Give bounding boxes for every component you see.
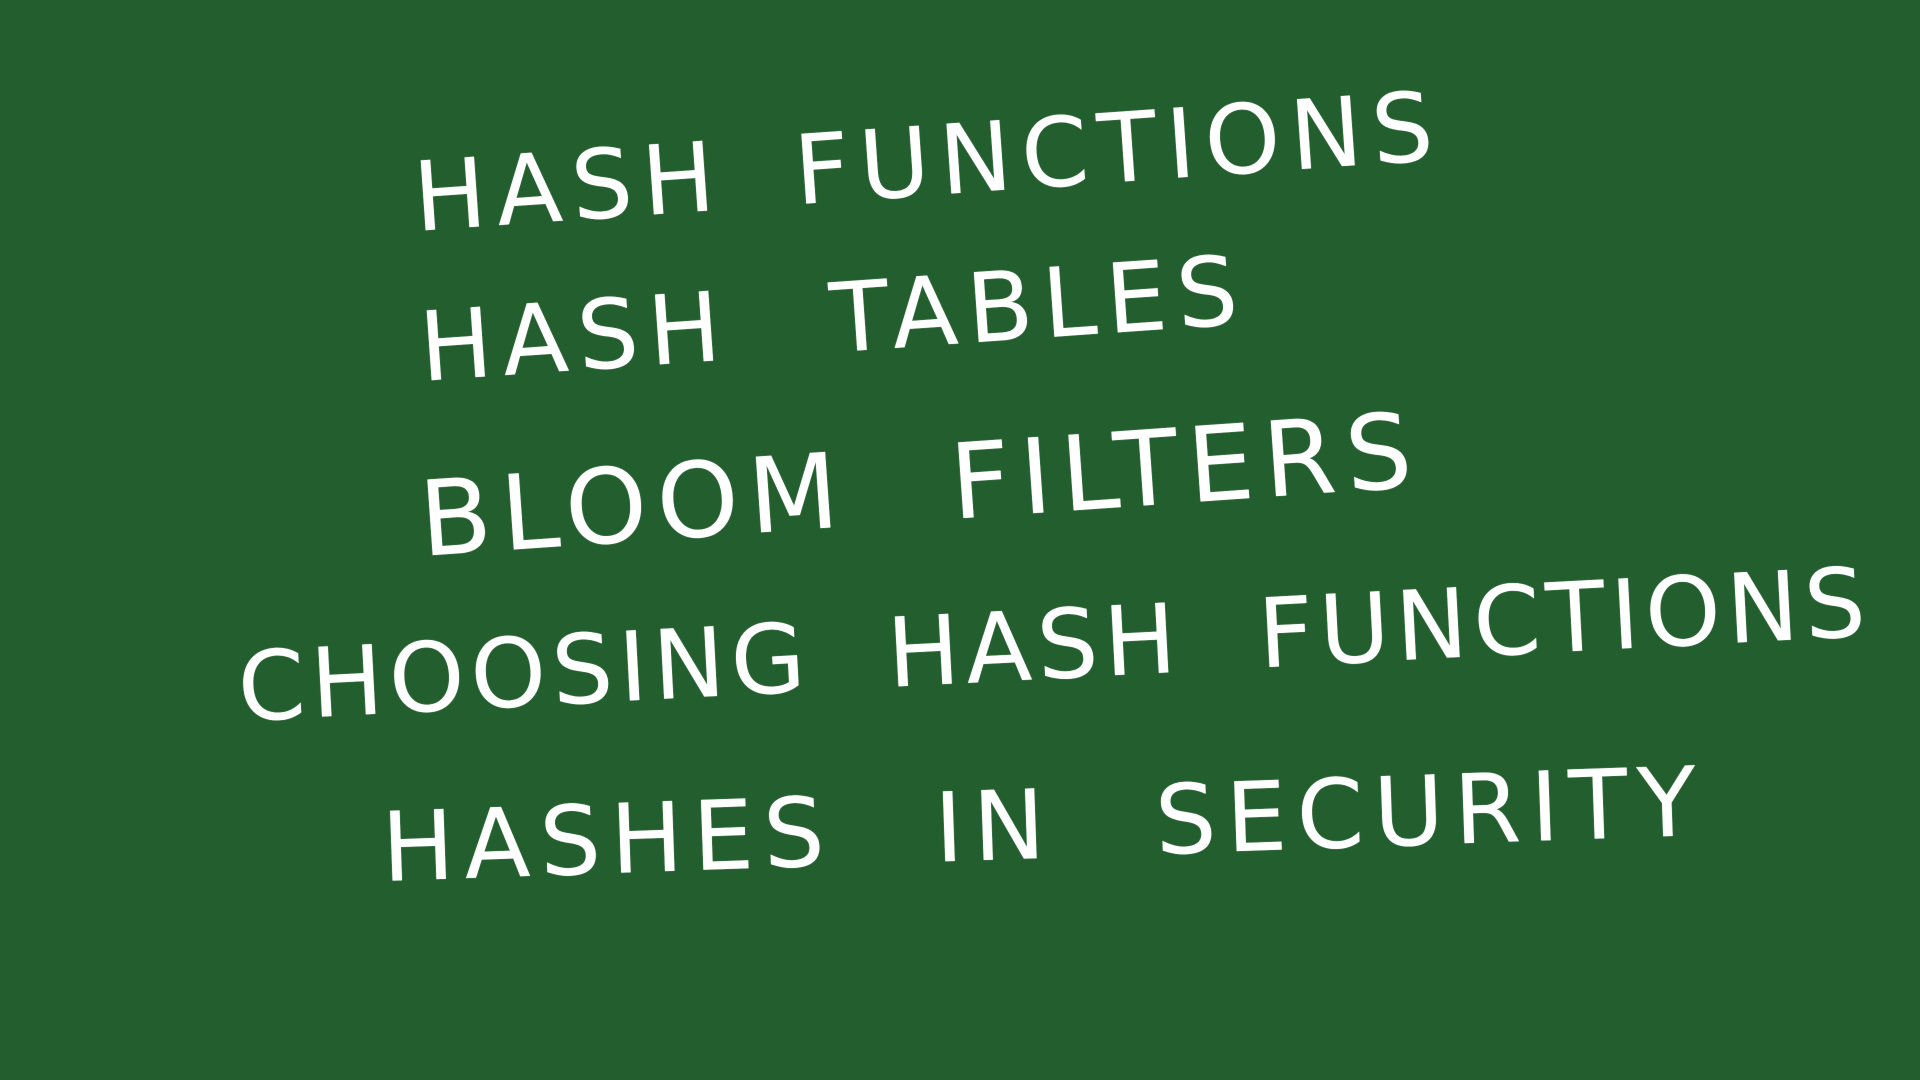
topic-hash-functions: HASH FUNCTIONS [410,70,1447,254]
topic-hash-tables: HASH TABLES [416,234,1252,404]
topic-hashes-in-security: HASHES IN SECURITY [380,745,1709,904]
topic-choosing-hash-functions: CHOOSING HASH FUNCTIONS [235,546,1875,744]
chalkboard: HASH FUNCTIONS HASH TABLES BLOOM FILTERS… [0,0,1920,1080]
topic-bloom-filters: BLOOM FILTERS [415,389,1426,581]
